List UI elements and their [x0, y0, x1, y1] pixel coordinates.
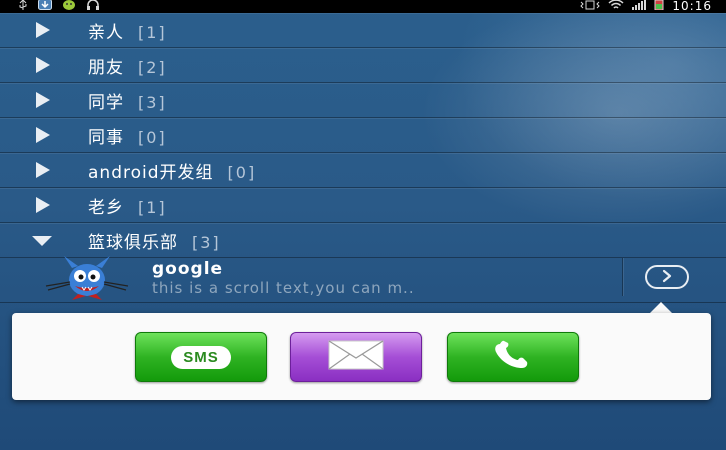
group-name: 同事	[88, 127, 124, 148]
chevron-right-circle-icon	[659, 268, 675, 287]
contact-row[interactable]: google this is a scroll text,you can m..	[0, 252, 726, 303]
group-row-colleagues[interactable]: 同事 [0]	[0, 118, 726, 153]
group-count: [3]	[192, 232, 221, 252]
group-row-hometown[interactable]: 老乡 [1]	[0, 188, 726, 223]
contact-name: google	[152, 259, 224, 279]
wifi-icon	[608, 0, 624, 14]
group-name: 亲人	[88, 22, 124, 43]
phone-icon	[492, 340, 534, 374]
expand-arrow-icon	[36, 162, 50, 178]
group-count: [1]	[138, 22, 167, 42]
sms-icon: SMS	[171, 345, 231, 369]
email-button[interactable]	[290, 332, 422, 382]
clock: 10:16	[672, 0, 712, 13]
battery-icon	[654, 0, 664, 14]
divider	[622, 258, 623, 296]
group-row-relatives[interactable]: 亲人 [1]	[0, 13, 726, 48]
expand-arrow-icon	[36, 92, 50, 108]
android-icon	[62, 0, 76, 14]
group-row-classmates[interactable]: 同学 [3]	[0, 83, 726, 118]
vibrate-icon	[580, 0, 601, 14]
expand-arrow-icon	[36, 57, 50, 73]
status-bar: 10:16	[0, 0, 726, 13]
group-count: [0]	[138, 127, 167, 147]
usb-icon	[18, 0, 28, 14]
group-list: 亲人 [1] 朋友 [2] 同学 [3] 同事 [0] android开发组 [0] 老乡…	[0, 13, 726, 258]
group-count: [1]	[138, 197, 167, 217]
avatar	[42, 256, 132, 300]
call-button[interactable]	[447, 332, 579, 382]
email-icon	[328, 340, 384, 374]
group-row-android-dev[interactable]: android开发组 [0]	[0, 153, 726, 188]
headset-icon	[86, 0, 100, 14]
contact-status: this is a scroll text,you can m..	[152, 279, 415, 297]
sms-button[interactable]: SMS	[135, 332, 267, 382]
group-name: 老乡	[88, 197, 124, 218]
group-name: 同学	[88, 92, 124, 113]
group-name: 朋友	[88, 57, 124, 78]
group-name: android开发组	[88, 162, 214, 183]
expand-arrow-icon	[36, 22, 50, 38]
expand-arrow-icon	[36, 127, 50, 143]
collapse-arrow-icon	[32, 236, 52, 246]
contact-detail-button[interactable]	[645, 265, 689, 289]
download-icon	[38, 0, 52, 14]
group-name: 篮球俱乐部	[88, 232, 178, 253]
quick-action-popup: SMS	[12, 313, 711, 400]
group-count: [3]	[138, 92, 167, 112]
expand-arrow-icon	[36, 197, 50, 213]
group-row-friends[interactable]: 朋友 [2]	[0, 48, 726, 83]
group-count: [2]	[138, 57, 167, 77]
group-count: [0]	[227, 162, 257, 182]
signal-icon	[632, 0, 647, 14]
